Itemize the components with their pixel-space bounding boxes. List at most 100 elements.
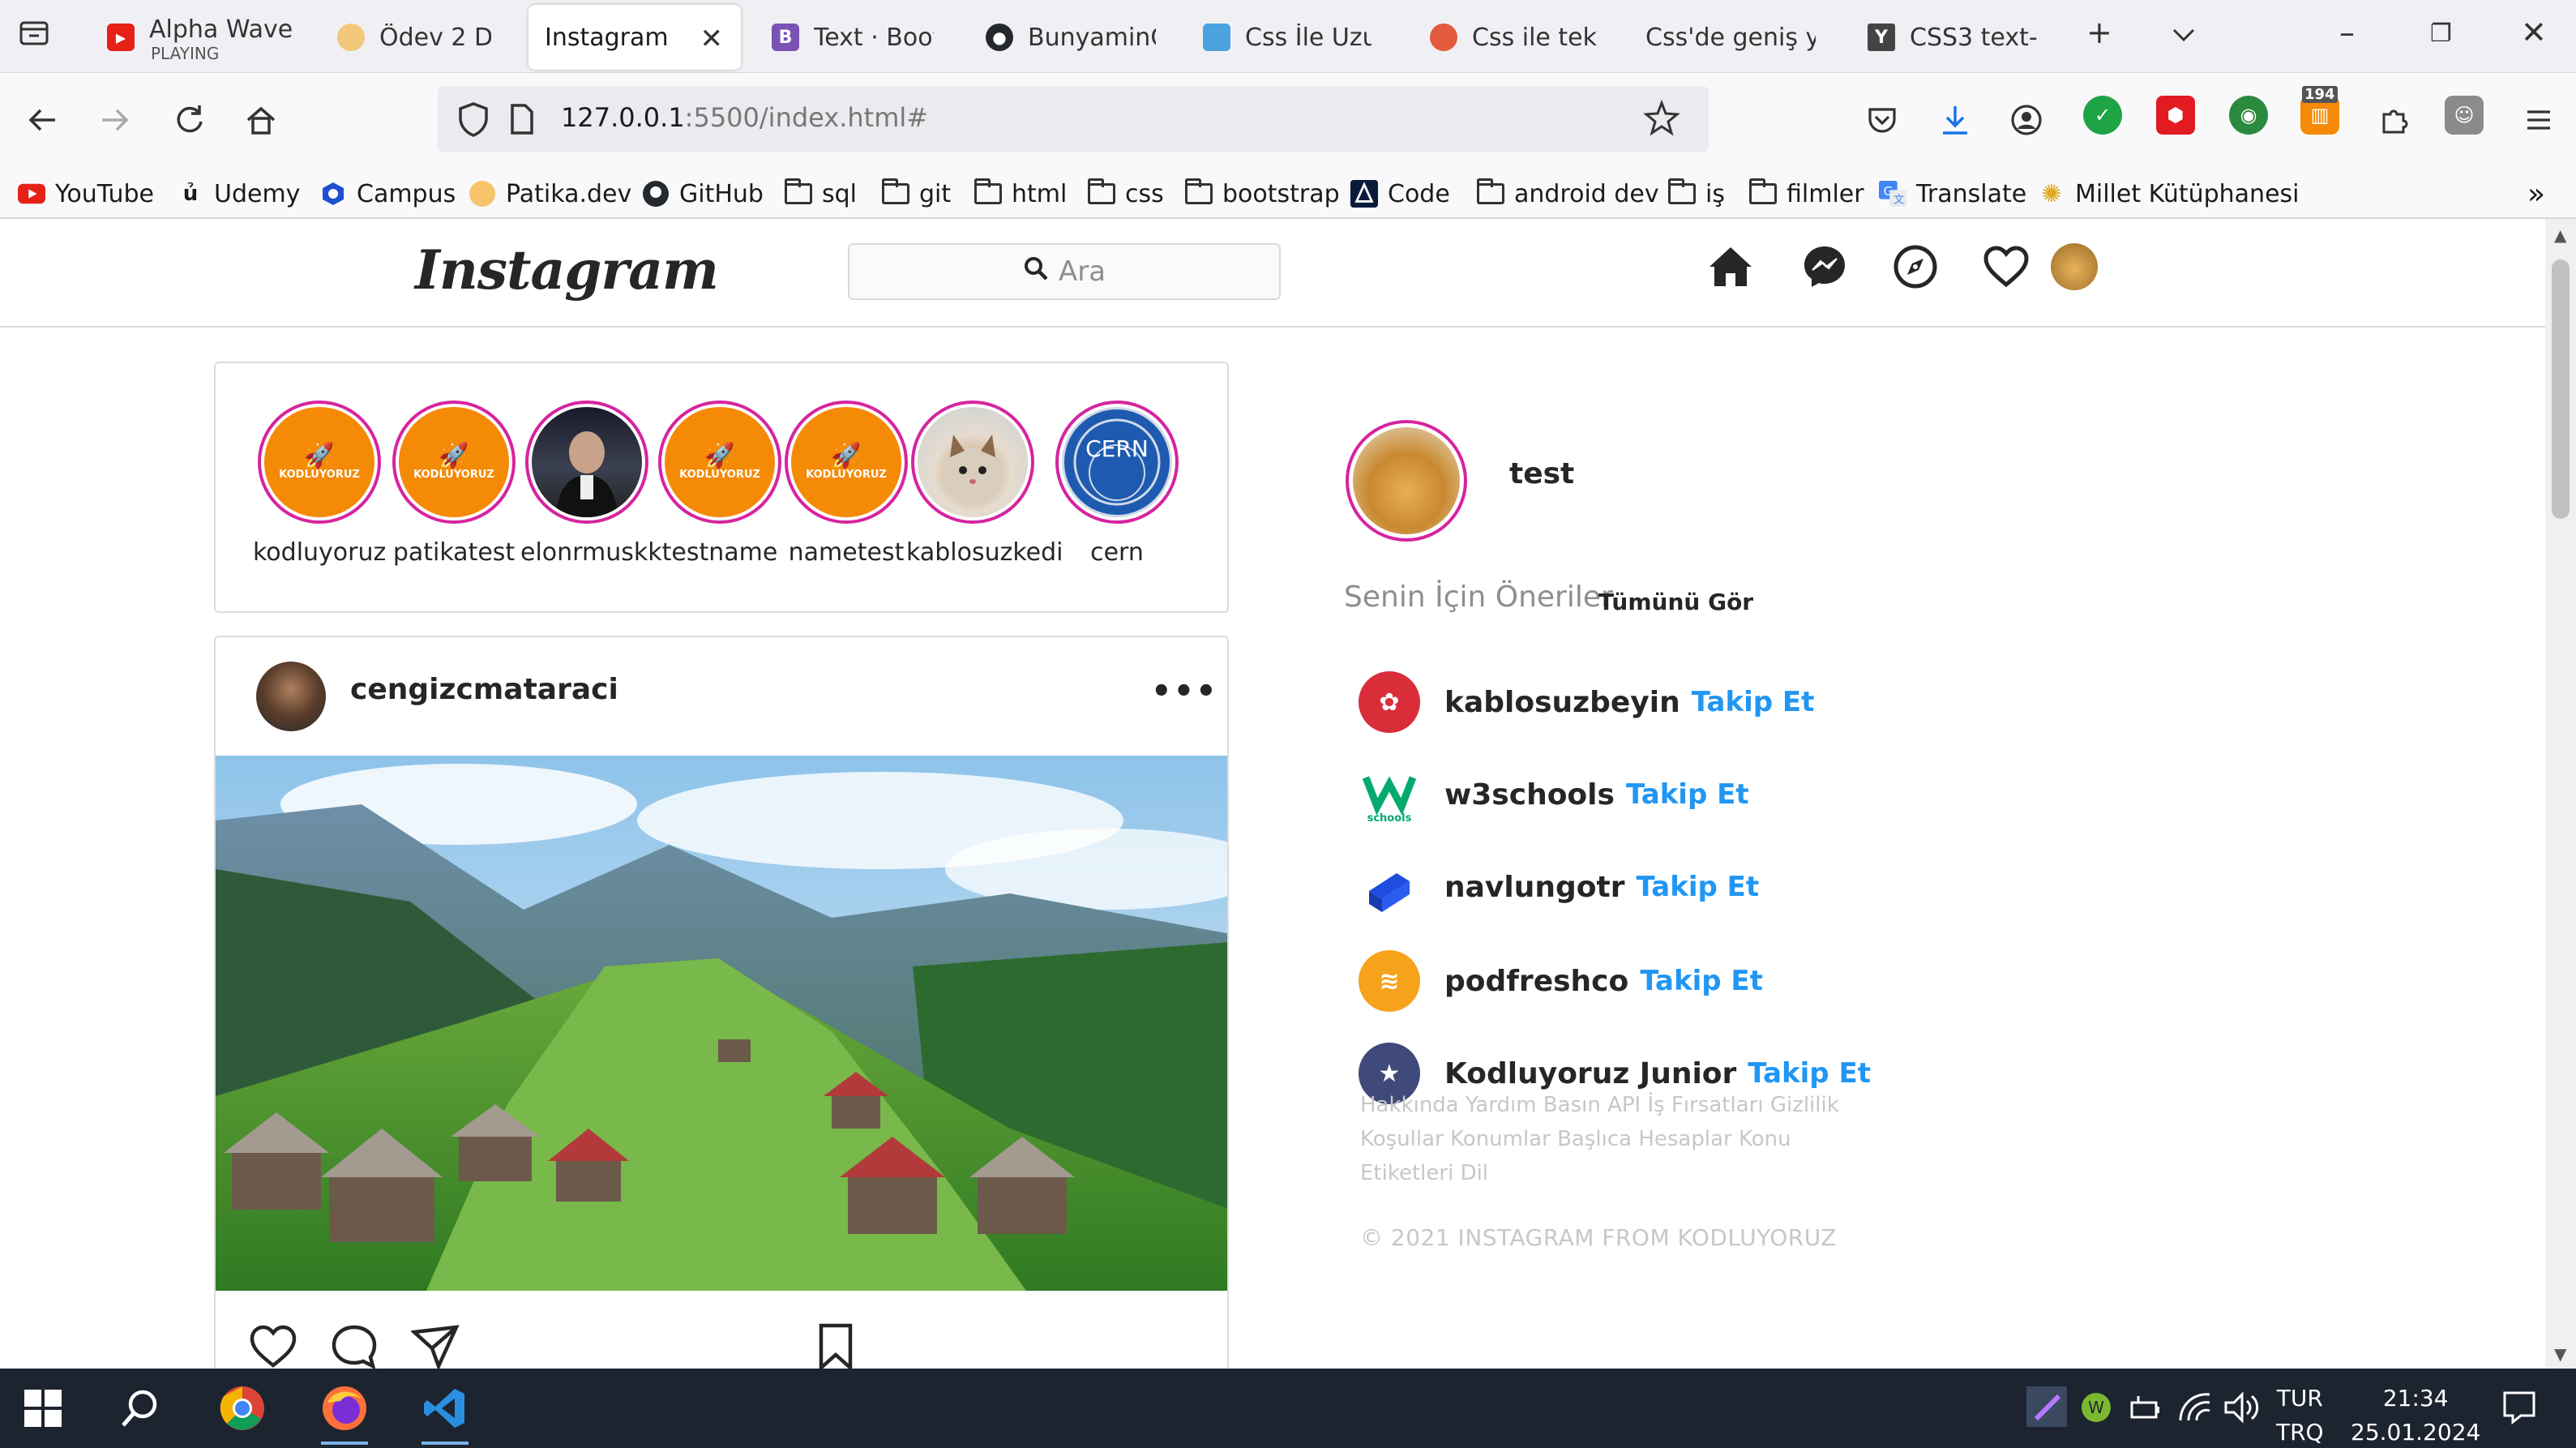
story-item[interactable]: 🚀 KODLUYORUZ testname [653, 401, 786, 567]
pen-tray-icon[interactable] [2026, 1386, 2067, 1433]
search-icon[interactable] [112, 1380, 169, 1437]
reload-icon[interactable] [165, 96, 214, 144]
bookmark-millet-kutuphanesi[interactable]: ✺ Millet Kütüphanesi [2038, 175, 2299, 212]
webroot-tray-icon[interactable]: W [2080, 1391, 2112, 1430]
chrome-icon[interactable] [214, 1380, 271, 1437]
back-icon[interactable] [18, 96, 66, 144]
suggestion-username[interactable]: navlungotr [1444, 871, 1624, 904]
tab-alpha-wave[interactable]: ▶ Alpha Wave PLAYING [91, 5, 319, 70]
suggestion-username[interactable]: podfreshco [1444, 965, 1628, 998]
tab-github[interactable]: ● BunyaminOz [969, 5, 1172, 70]
minimize-icon[interactable]: – [2339, 15, 2355, 50]
tab-css-uzun[interactable]: Css İle Uzun [1187, 5, 1388, 70]
w3schools-icon[interactable]: schools [1359, 764, 1420, 825]
extensions-puzzle-icon[interactable] [2370, 96, 2419, 144]
profile-avatar[interactable] [2051, 243, 2098, 290]
tab-overflow-chevron-icon[interactable] [2169, 19, 2198, 55]
bookmark-is[interactable]: iş [1668, 175, 1725, 212]
brain-icon[interactable]: ✿ [1359, 671, 1420, 733]
volume-icon[interactable] [2223, 1391, 2260, 1430]
story-item[interactable]: elonrmuskk [520, 401, 662, 567]
suggestion-username[interactable]: kablosuzbeyin [1444, 686, 1680, 719]
like-heart-icon[interactable] [245, 1318, 302, 1369]
suggestion-username[interactable]: w3schools [1444, 778, 1615, 812]
current-user-avatar[interactable] [1346, 420, 1467, 542]
restore-icon[interactable]: ❐ [2430, 19, 2452, 48]
bookmark-translate[interactable]: G文 Translate [1879, 175, 2026, 212]
story-item[interactable]: CERN cern [1051, 401, 1183, 567]
bookmark-code[interactable]: Code [1350, 175, 1450, 212]
follow-button[interactable]: Takip Et [1640, 965, 1763, 997]
share-icon[interactable] [407, 1318, 464, 1369]
firefox-icon[interactable] [316, 1380, 373, 1445]
system-clock[interactable]: 21:34 25.01.2024 [2351, 1382, 2480, 1448]
tab-odev[interactable]: Ödev 2 Ders [321, 5, 507, 70]
instagram-logo[interactable]: Instagram [415, 238, 719, 302]
bookmark-bootstrap[interactable]: bootstrap [1185, 175, 1340, 212]
account-icon[interactable] [2002, 96, 2051, 144]
suggestion-username[interactable]: Kodluyoruz Junior [1444, 1057, 1736, 1090]
battery-icon[interactable] [2127, 1391, 2163, 1430]
navlungo-icon[interactable] [1359, 856, 1420, 918]
bookmark-youtube[interactable]: YouTube [18, 175, 154, 212]
bookmark-patika[interactable]: Patika.dev [469, 175, 631, 212]
story-item[interactable]: 🚀 KODLUYORUZ kodluyoruz [253, 401, 386, 567]
bookmark-android-dev[interactable]: android dev [1477, 175, 1659, 212]
bookmark-css[interactable]: css [1088, 175, 1164, 212]
forward-icon[interactable] [91, 96, 139, 144]
page-info-icon[interactable] [507, 102, 537, 139]
bookmark-star-icon[interactable] [1642, 99, 1681, 141]
tab-bootstrap[interactable]: B Text · Bootst [755, 5, 950, 70]
bookmark-campus[interactable]: Campus [319, 175, 456, 212]
globe-extension-icon[interactable]: ◉ [2229, 96, 2268, 135]
shield-icon[interactable] [456, 101, 491, 141]
tab-css-tek[interactable]: Css ile tek sa [1414, 5, 1616, 70]
tab-css-genis[interactable]: Css'de geniş yaz [1629, 5, 1832, 70]
messenger-icon[interactable] [1798, 240, 1851, 293]
bookmark-github[interactable]: GitHub [642, 175, 764, 212]
more-options-icon[interactable]: ••• [1151, 673, 1218, 710]
profile-extension-icon[interactable]: ☺ [2445, 96, 2484, 135]
ublock-icon[interactable]: ⬢ [2156, 96, 2195, 135]
activity-heart-icon[interactable] [1979, 240, 2033, 293]
extension-badge-icon[interactable]: 194 ▥ [2300, 86, 2339, 135]
close-tab-icon[interactable]: ✕ [700, 23, 724, 55]
bookmarks-overflow-icon[interactable]: » [2527, 175, 2545, 212]
story-item[interactable]: kablosuzkedi [906, 401, 1063, 567]
new-tab-icon[interactable]: + [2086, 15, 2112, 50]
tab-css3-text[interactable]: Y CSS3 text-ov [1851, 5, 2054, 70]
bookmark-udemy[interactable]: ủ Udemy [177, 175, 301, 212]
input-language[interactable]: TUR TRQ [2276, 1382, 2324, 1448]
windows-start-icon[interactable] [24, 1390, 62, 1427]
story-item[interactable]: 🚀 KODLUYORUZ patikatest [387, 401, 520, 567]
scroll-down-icon[interactable]: ▼ [2554, 1344, 2566, 1364]
bookmark-sql[interactable]: sql [785, 175, 857, 212]
pocket-icon[interactable] [1858, 96, 1906, 144]
wifi-icon[interactable] [2177, 1391, 2213, 1430]
scrollbar-thumb[interactable] [2552, 259, 2570, 519]
scroll-up-icon[interactable]: ▲ [2554, 225, 2566, 245]
podfresh-icon[interactable]: ≋ [1359, 950, 1420, 1012]
downloads-icon[interactable] [1931, 96, 1979, 144]
bookmark-html[interactable]: html [974, 175, 1067, 212]
notification-center-icon[interactable] [2501, 1390, 2537, 1432]
url-bar[interactable]: 127.0.0.1:5500/index.html# [438, 86, 1709, 152]
post-author-username[interactable]: cengizcmataraci [350, 673, 618, 706]
follow-button[interactable]: Takip Et [1748, 1057, 1871, 1090]
page-scrollbar[interactable]: ▲ ▼ [2545, 219, 2576, 1369]
tab-list-icon[interactable] [18, 16, 50, 56]
close-window-icon[interactable]: ✕ [2521, 15, 2547, 50]
post-image[interactable] [216, 756, 1227, 1291]
home-icon[interactable] [237, 96, 285, 144]
post-author-avatar[interactable] [256, 662, 326, 731]
story-item[interactable]: 🚀 KODLUYORUZ nametest [780, 401, 913, 567]
bookmark-save-icon[interactable] [807, 1318, 864, 1369]
checkmark-extension-icon[interactable]: ✓ [2083, 96, 2122, 135]
follow-button[interactable]: Takip Et [1692, 686, 1815, 718]
bookmark-git[interactable]: git [882, 175, 951, 212]
vscode-icon[interactable] [417, 1380, 473, 1445]
current-user-username[interactable]: test [1509, 457, 1574, 491]
follow-button[interactable]: Takip Et [1636, 871, 1759, 903]
url-text[interactable]: 127.0.0.1:5500/index.html# [561, 102, 928, 133]
tab-instagram[interactable]: Instagram ✕ [528, 5, 741, 70]
